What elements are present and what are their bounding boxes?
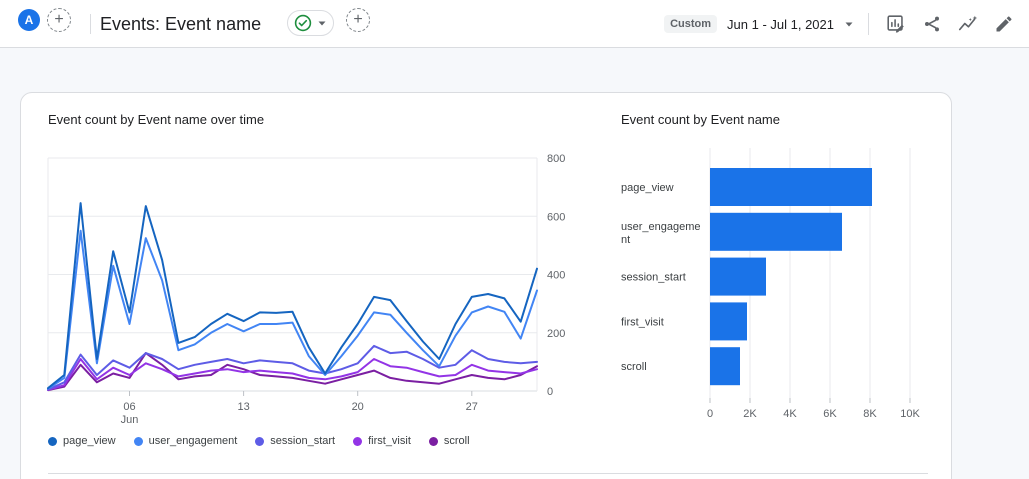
category-label: page_view — [621, 182, 674, 194]
bar-first_visit[interactable] — [710, 302, 747, 341]
ga4-events-report: A + Events: Event name + Custom Jun 1 - … — [0, 0, 1029, 479]
category-label: first_visit — [621, 316, 664, 328]
bar-chart[interactable]: 0 2K 4K 6K 8K 10K page_view user_engagement sess… — [610, 148, 940, 418]
share-icon[interactable] — [919, 11, 945, 37]
x-axis-label: 06 — [123, 401, 135, 413]
add-report-tab-button[interactable]: + — [346, 8, 370, 32]
legend-dot — [428, 436, 438, 446]
bar-page_view[interactable] — [710, 168, 872, 206]
y-axis-label: 200 — [547, 328, 565, 340]
bar-chart-title: Event count by Event name — [621, 112, 780, 127]
date-preset-badge: Custom — [664, 15, 718, 33]
chevron-down-icon — [317, 18, 327, 28]
card-section-divider — [48, 473, 928, 474]
header-divider — [868, 13, 869, 35]
y-axis-label: 800 — [547, 153, 565, 165]
line-chart-legend: page_view user_engagement session_start fir… — [48, 435, 470, 447]
x-axis-sublabel: Jun — [121, 414, 139, 426]
avatar[interactable]: A — [18, 9, 40, 31]
legend-item-session_start: session_start — [255, 435, 335, 447]
legend-dot — [133, 436, 143, 446]
legend-label: session_start — [270, 435, 336, 447]
chevron-down-icon[interactable] — [844, 19, 854, 29]
x-axis-label: 10K — [900, 408, 920, 418]
bar-scroll[interactable] — [710, 347, 740, 386]
x-axis-label: 8K — [863, 408, 877, 418]
edit-pencil-icon[interactable] — [991, 11, 1017, 37]
legend-item-scroll: scroll — [428, 435, 470, 447]
report-status-dropdown[interactable] — [287, 10, 334, 36]
legend-label: scroll — [443, 435, 470, 447]
check-circle-icon — [294, 14, 312, 32]
x-axis-label: 20 — [352, 401, 364, 413]
add-comparison-button[interactable]: + — [47, 8, 71, 32]
line-chart-title: Event count by Event name over time — [48, 112, 265, 127]
legend-dot — [255, 436, 265, 446]
bar-session_start[interactable] — [710, 257, 766, 296]
legend-dot — [353, 436, 363, 446]
date-range-selector[interactable]: Jun 1 - Jul 1, 2021 — [727, 17, 834, 32]
category-label: nt — [621, 234, 630, 246]
y-axis-label: 400 — [547, 270, 565, 282]
x-axis-label: 13 — [237, 401, 249, 413]
app-header: A + Events: Event name + Custom Jun 1 - … — [0, 0, 1029, 48]
legend-dot — [48, 436, 57, 446]
legend-label: page_view — [63, 435, 116, 447]
legend-label: user_engagement — [148, 435, 238, 447]
legend-item-user_engagement: user_engagement — [133, 435, 238, 447]
page-title: Events: Event name — [100, 13, 262, 34]
insights-icon[interactable] — [955, 11, 981, 37]
category-label: user_engageme — [621, 221, 701, 233]
category-label: session_start — [621, 272, 686, 284]
line-series-session_start[interactable] — [47, 344, 538, 391]
x-axis-label: 4K — [783, 408, 797, 418]
legend-label: first_visit — [368, 435, 411, 447]
category-label: scroll — [621, 361, 647, 373]
header-divider — [90, 14, 91, 34]
legend-item-page_view: page_view — [48, 435, 116, 447]
y-axis-label: 0 — [547, 386, 553, 398]
header-actions: Custom Jun 1 - Jul 1, 2021 — [664, 0, 1017, 48]
x-axis-label: 27 — [466, 401, 478, 413]
y-axis-label: 600 — [547, 211, 565, 223]
line-chart[interactable]: 0 200 400 600 800 06Jun 13 20 27 — [40, 148, 580, 433]
customize-report-icon[interactable] — [883, 11, 909, 37]
x-axis-label: 2K — [743, 408, 757, 418]
x-axis-label: 6K — [823, 408, 837, 418]
legend-item-first_visit: first_visit — [353, 435, 411, 447]
bar-user_engagement[interactable] — [710, 212, 842, 251]
x-axis-label: 0 — [707, 408, 713, 418]
